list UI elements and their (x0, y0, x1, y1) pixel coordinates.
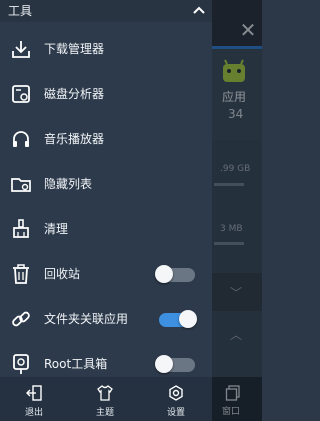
theme-button[interactable]: 主题 (75, 377, 135, 421)
drawer-scrim[interactable] (212, 0, 262, 421)
menu-label: 磁盘分析器 (44, 87, 105, 101)
menu-label: 下载管理器 (44, 42, 105, 56)
theme-label: 主题 (95, 408, 114, 418)
drawer-footer: 退出 主题 设置 (0, 377, 212, 421)
exit-icon (26, 385, 42, 401)
settings-label: 设置 (166, 408, 185, 418)
drawer-title: 工具 (8, 4, 33, 18)
exit-label: 退出 (24, 408, 43, 418)
menu-label: 文件夹关联应用 (44, 312, 129, 326)
settings-button[interactable]: 设置 (146, 377, 206, 421)
menu-item-recycle-bin[interactable]: 回收站 (0, 252, 212, 296)
menu-item-cleaner[interactable]: 清理 (0, 207, 212, 251)
chevron-up-icon[interactable] (191, 2, 207, 18)
menu-item-disk-analyzer[interactable]: 磁盘分析器 (0, 72, 212, 116)
menu-label: 音乐播放器 (44, 132, 105, 146)
toggle-knob (179, 310, 197, 328)
download-icon (12, 41, 30, 58)
menu-item-download-manager[interactable]: 下载管理器 (0, 27, 212, 71)
root-toolbox-toggle[interactable] (155, 355, 197, 373)
gear-icon (169, 385, 183, 401)
headphones-icon (13, 131, 29, 147)
menu-label: Root工具箱 (44, 357, 108, 371)
drawer-header[interactable]: 工具 (0, 0, 212, 22)
toggle-knob (155, 265, 173, 283)
tools-drawer: 工具 下载管理器 磁盘分析器 音乐播放器 隐藏列表 清理 回收站 文件夹关联应用… (0, 0, 212, 421)
menu-label: 回收站 (44, 267, 81, 281)
menu-label: 隐藏列表 (44, 177, 93, 191)
menu-item-hidden-list[interactable]: 隐藏列表 (0, 162, 212, 206)
disk-analyzer-icon (12, 85, 30, 103)
hidden-folder-icon (11, 178, 31, 192)
toggle-knob (155, 355, 173, 373)
recycle-bin-toggle[interactable] (155, 265, 197, 283)
menu-item-music-player[interactable]: 音乐播放器 (0, 117, 212, 161)
root-toolbox-icon (13, 354, 29, 374)
exit-button[interactable]: 退出 (4, 377, 64, 421)
link-icon (12, 311, 30, 327)
shirt-icon (97, 385, 113, 401)
cleaner-icon (13, 219, 29, 238)
menu-item-folder-associated-apps[interactable]: 文件夹关联应用 (0, 297, 212, 341)
menu-label: 清理 (44, 222, 69, 236)
folder-associated-apps-toggle[interactable] (155, 310, 197, 328)
trash-icon (13, 264, 29, 284)
